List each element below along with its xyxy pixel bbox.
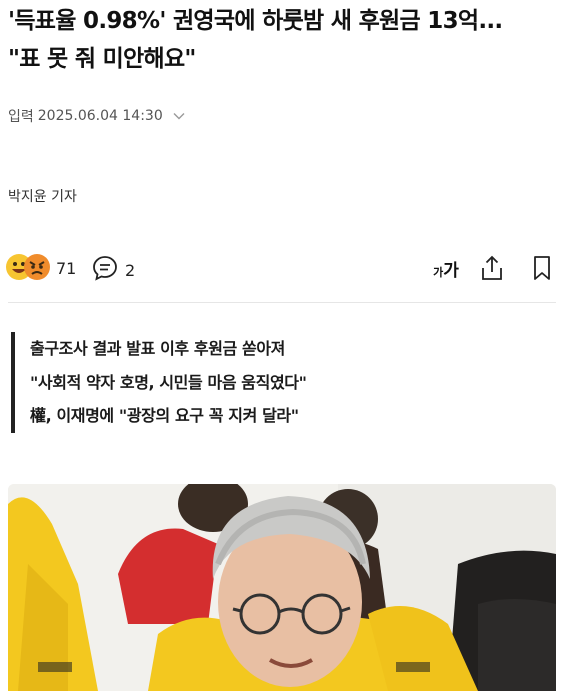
published-datetime: 2025.06.04 14:30 bbox=[37, 108, 163, 124]
share-icon[interactable] bbox=[478, 253, 506, 283]
font-size-button[interactable]: 가 가 bbox=[428, 253, 464, 283]
published-meta[interactable]: 입력 2025.06.04 14:30 bbox=[8, 106, 185, 126]
subheading-3: 權, 이재명에 "광장의 요구 꼭 지켜 달라" bbox=[30, 406, 299, 425]
font-size-large-label: 가 bbox=[443, 260, 459, 281]
comment-bubble-icon bbox=[91, 254, 119, 286]
published-label: 입력 bbox=[8, 109, 34, 125]
subheading-2: "사회적 약자 호명, 시민들 마음 움직였다" bbox=[30, 372, 307, 392]
bookmark-icon[interactable] bbox=[530, 253, 554, 283]
reaction-button[interactable]: 71 bbox=[6, 254, 76, 282]
photo-illustration bbox=[8, 484, 556, 691]
headline-line-2: "표 못 줘 미안해요" bbox=[8, 46, 196, 72]
reaction-emojis bbox=[6, 254, 52, 282]
comment-count: 2 bbox=[125, 260, 136, 280]
article-action-bar: 71 2 가 가 bbox=[0, 250, 564, 288]
font-size-small-label: 가 bbox=[433, 266, 444, 279]
subheading-1: 출구조사 결과 발표 이후 후원금 쏟아져 bbox=[30, 339, 285, 358]
article-headline: '득표율 0.98%' 권영국에 하룻밤 새 후원금 13억... "표 못 줘… bbox=[8, 2, 556, 78]
angry-emoji-icon bbox=[24, 254, 50, 280]
comment-button[interactable]: 2 bbox=[91, 254, 135, 286]
headline-line-1: '득표율 0.98%' 권영국에 하룻밤 새 후원금 13억... bbox=[8, 8, 503, 34]
article-photo[interactable] bbox=[8, 484, 556, 691]
article-subheadings: 출구조사 결과 발표 이후 후원금 쏟아져 "사회적 약자 호명, 시민들 마음… bbox=[11, 332, 307, 433]
chevron-down-icon[interactable] bbox=[173, 112, 185, 120]
reaction-count: 71 bbox=[56, 258, 77, 278]
reporter-name[interactable]: 박지윤 기자 bbox=[8, 186, 77, 206]
article-page: '득표율 0.98%' 권영국에 하룻밤 새 후원금 13억... "표 못 줘… bbox=[0, 0, 564, 691]
action-bar-divider bbox=[8, 302, 556, 303]
